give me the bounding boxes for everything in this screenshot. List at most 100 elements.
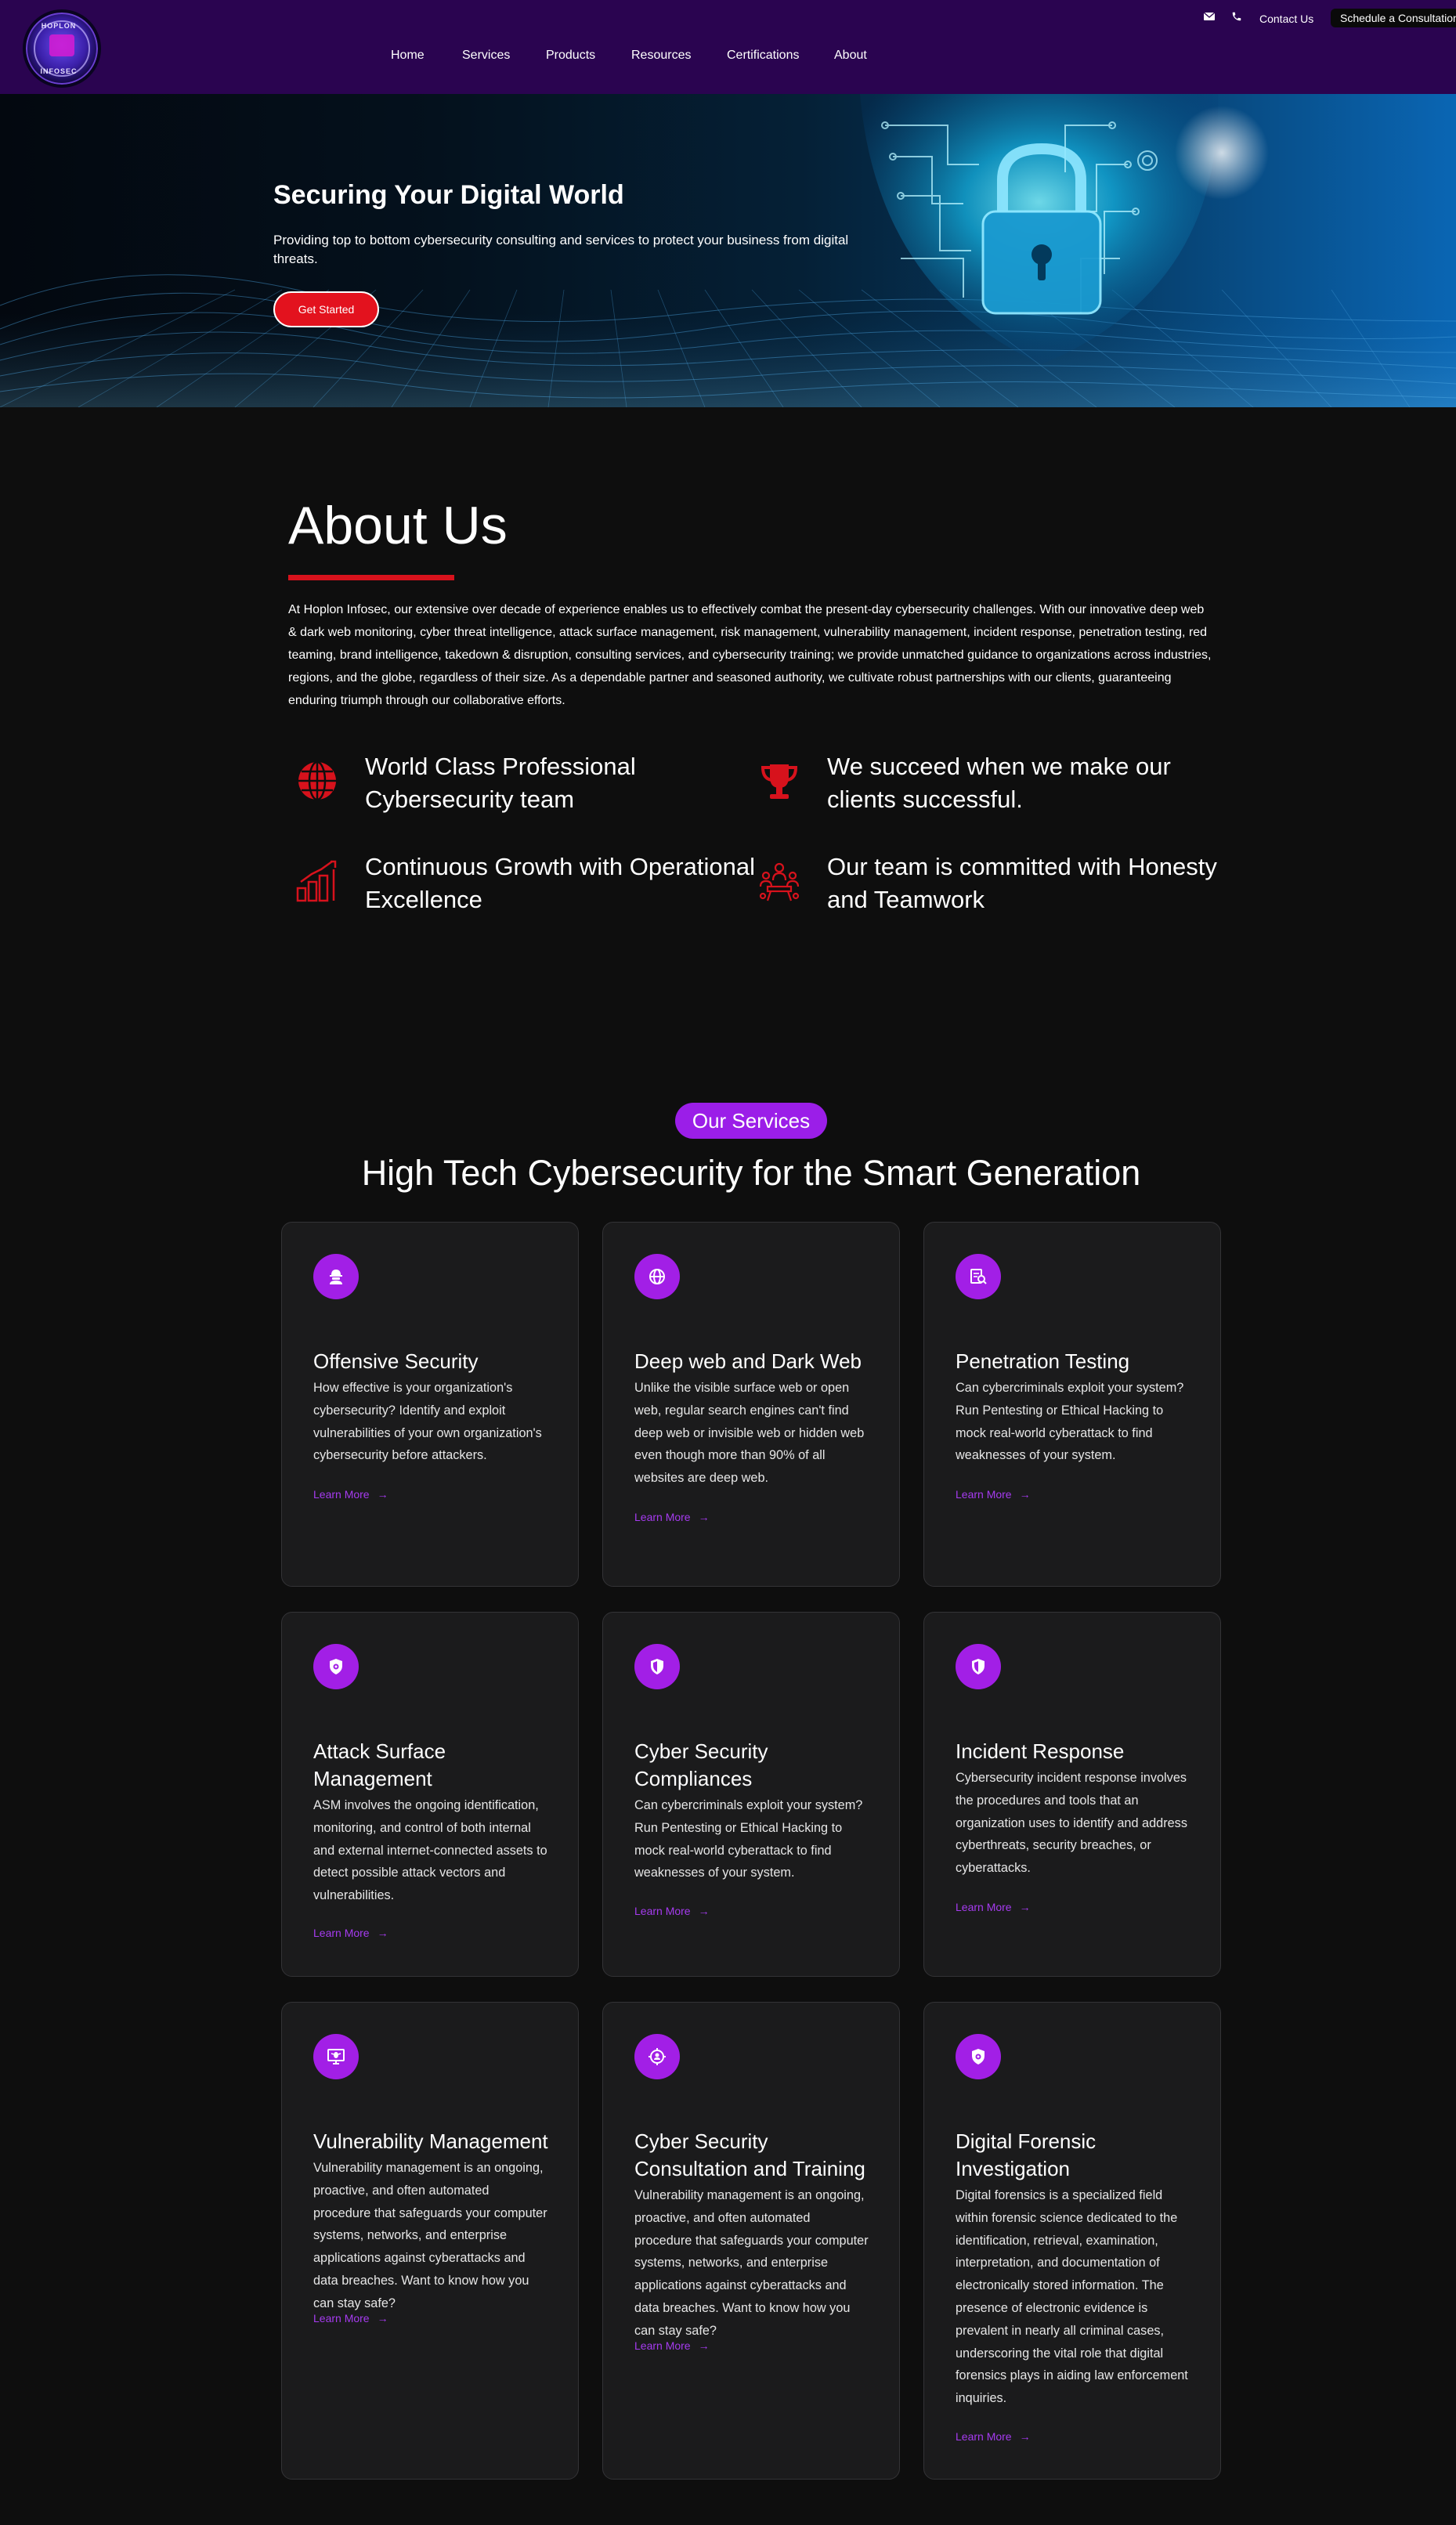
service-card: Cyber Security Compliances Can cybercrim… bbox=[602, 1612, 900, 1977]
globe-icon bbox=[298, 760, 336, 801]
card-title: Incident Response bbox=[956, 1739, 1125, 1763]
hero-subtitle: Providing top to bottom cybersecurity co… bbox=[273, 233, 849, 266]
learn-more-label: Learn More bbox=[313, 1488, 370, 1501]
service-card: Digital Forensic Investigation Digital f… bbox=[923, 2002, 1221, 2480]
mail-icon[interactable] bbox=[1204, 13, 1215, 20]
service-card: Incident Response Cybersecurity incident… bbox=[923, 1612, 1221, 1977]
site-header: HOPLON INFOSEC Home Services Products Re… bbox=[0, 0, 1456, 94]
learn-more-label: Learn More bbox=[956, 1488, 1012, 1501]
shield-icon bbox=[651, 1659, 663, 1674]
learn-more-link[interactable]: Learn More → bbox=[313, 1927, 388, 1939]
monitor-bug-icon bbox=[327, 2049, 345, 2064]
card-title: Vulnerability Management bbox=[313, 2129, 548, 2153]
card-icon-badge bbox=[634, 1644, 680, 1689]
hero-banner: Securing Your Digital World Providing to… bbox=[0, 94, 1456, 407]
learn-more-label: Learn More bbox=[634, 1905, 691, 1917]
card-title: Cyber Security Compliances bbox=[634, 1739, 768, 1790]
hacker-icon bbox=[330, 1270, 342, 1284]
feature-text: Continuous Growth with Operational Excel… bbox=[365, 853, 755, 913]
contact-us-link[interactable]: Contact Us bbox=[1259, 13, 1313, 25]
card-description: Vulnerability management is an ongoing, … bbox=[634, 2188, 869, 2338]
nav-resources[interactable]: Resources bbox=[631, 49, 691, 63]
trophy-icon bbox=[761, 764, 798, 799]
nav-about[interactable]: About bbox=[834, 49, 867, 63]
document-search-icon bbox=[970, 1269, 987, 1284]
shield-icon bbox=[972, 1659, 985, 1674]
card-icon-badge bbox=[634, 1254, 680, 1299]
feature-text: We succeed when we make our clients succ… bbox=[827, 753, 1171, 813]
card-icon-badge bbox=[956, 2034, 1001, 2079]
card-icon-badge bbox=[313, 2034, 359, 2079]
card-description: How effective is your organization's cyb… bbox=[313, 1381, 542, 1463]
arrow-right-icon: → bbox=[1019, 1488, 1031, 1501]
nav-certifications[interactable]: Certifications bbox=[727, 49, 799, 63]
logo-text-top: HOPLON bbox=[41, 22, 77, 30]
card-description: Can cybercriminals exploit your system? … bbox=[956, 1381, 1184, 1463]
logo-text-bottom: INFOSEC bbox=[40, 67, 78, 75]
card-icon-badge bbox=[956, 1254, 1001, 1299]
learn-more-link[interactable]: Learn More → bbox=[634, 2339, 710, 2352]
learn-more-label: Learn More bbox=[634, 2339, 691, 2352]
card-icon-badge bbox=[634, 2034, 680, 2079]
learn-more-label: Learn More bbox=[956, 1901, 1012, 1913]
learn-more-link[interactable]: Learn More → bbox=[956, 1901, 1031, 1913]
service-card: Penetration Testing Can cybercriminals e… bbox=[923, 1222, 1221, 1587]
learn-more-label: Learn More bbox=[634, 1511, 691, 1523]
service-card: Vulnerability Management Vulnerability m… bbox=[281, 2002, 579, 2480]
card-description: Unlike the visible surface web or open w… bbox=[634, 1381, 865, 1486]
service-card: Attack Surface Management ASM involves t… bbox=[281, 1612, 579, 1977]
arrow-right-icon: → bbox=[698, 2339, 710, 2352]
globe-icon bbox=[649, 1269, 665, 1284]
card-title: Attack Surface Management bbox=[313, 1739, 446, 1790]
card-description: ASM involves the ongoing identification,… bbox=[313, 1798, 547, 1903]
site-logo[interactable]: HOPLON INFOSEC bbox=[23, 9, 101, 88]
schedule-consultation-button[interactable]: Schedule a Consultation bbox=[1331, 9, 1456, 27]
learn-more-label: Learn More bbox=[313, 2312, 370, 2325]
card-title: Penetration Testing bbox=[956, 1349, 1130, 1373]
card-title: Cyber Security Consultation and Training bbox=[634, 2129, 865, 2180]
service-card: Deep web and Dark Web Unlike the visible… bbox=[602, 1222, 900, 1587]
card-description: Vulnerability management is an ongoing, … bbox=[313, 2161, 547, 2310]
nav-products[interactable]: Products bbox=[546, 49, 595, 63]
arrow-right-icon: → bbox=[698, 1511, 710, 1523]
service-card: Offensive Security How effective is your… bbox=[281, 1222, 579, 1587]
feature-text: Our team is committed with Honesty and T… bbox=[827, 853, 1217, 913]
card-description: Digital forensics is a specialized field… bbox=[956, 2188, 1188, 2406]
learn-more-link[interactable]: Learn More → bbox=[313, 2312, 388, 2325]
arrow-right-icon: → bbox=[698, 1905, 710, 1917]
card-icon-badge bbox=[313, 1254, 359, 1299]
about-title-underline bbox=[288, 575, 454, 580]
team-icon bbox=[759, 862, 800, 901]
card-description: Cybersecurity incident response involves… bbox=[956, 1771, 1187, 1876]
arrow-right-icon: → bbox=[377, 1488, 388, 1501]
arrow-right-icon: → bbox=[377, 2312, 388, 2325]
hero-title: Securing Your Digital World bbox=[273, 180, 624, 210]
nav-services[interactable]: Services bbox=[462, 49, 510, 63]
phone-icon[interactable] bbox=[1231, 11, 1242, 22]
nav-home[interactable]: Home bbox=[391, 49, 425, 63]
card-description: Can cybercriminals exploit your system? … bbox=[634, 1798, 863, 1880]
learn-more-link[interactable]: Learn More → bbox=[956, 1488, 1031, 1501]
about-paragraph: At Hoplon Infosec, our extensive over de… bbox=[288, 603, 1212, 707]
arrow-right-icon: → bbox=[1019, 2430, 1031, 2443]
card-title: Digital Forensic Investigation bbox=[956, 2129, 1097, 2180]
services-section-pill: Our Services bbox=[675, 1103, 827, 1139]
learn-more-link[interactable]: Learn More → bbox=[313, 1488, 388, 1501]
services-title: High Tech Cybersecurity for the Smart Ge… bbox=[361, 1153, 1141, 1193]
card-title: Deep web and Dark Web bbox=[634, 1349, 862, 1373]
learn-more-link[interactable]: Learn More → bbox=[634, 1905, 710, 1917]
learn-more-link[interactable]: Learn More → bbox=[634, 1511, 710, 1523]
card-icon-badge bbox=[956, 1644, 1001, 1689]
arrow-right-icon: → bbox=[1019, 1901, 1031, 1913]
card-icon-badge bbox=[313, 1644, 359, 1689]
logo-emblem bbox=[49, 34, 74, 56]
service-card: Cyber Security Consultation and Training… bbox=[602, 2002, 900, 2480]
about-title: About Us bbox=[288, 496, 508, 555]
get-started-button[interactable]: Get Started bbox=[273, 291, 379, 327]
target-person-icon bbox=[649, 2048, 666, 2065]
shield-gear-icon bbox=[330, 1659, 342, 1674]
arrow-right-icon: → bbox=[377, 1927, 388, 1939]
learn-more-link[interactable]: Learn More → bbox=[956, 2430, 1031, 2443]
growth-chart-icon bbox=[296, 860, 337, 902]
feature-text: World Class Professional Cybersecurity t… bbox=[365, 753, 636, 813]
